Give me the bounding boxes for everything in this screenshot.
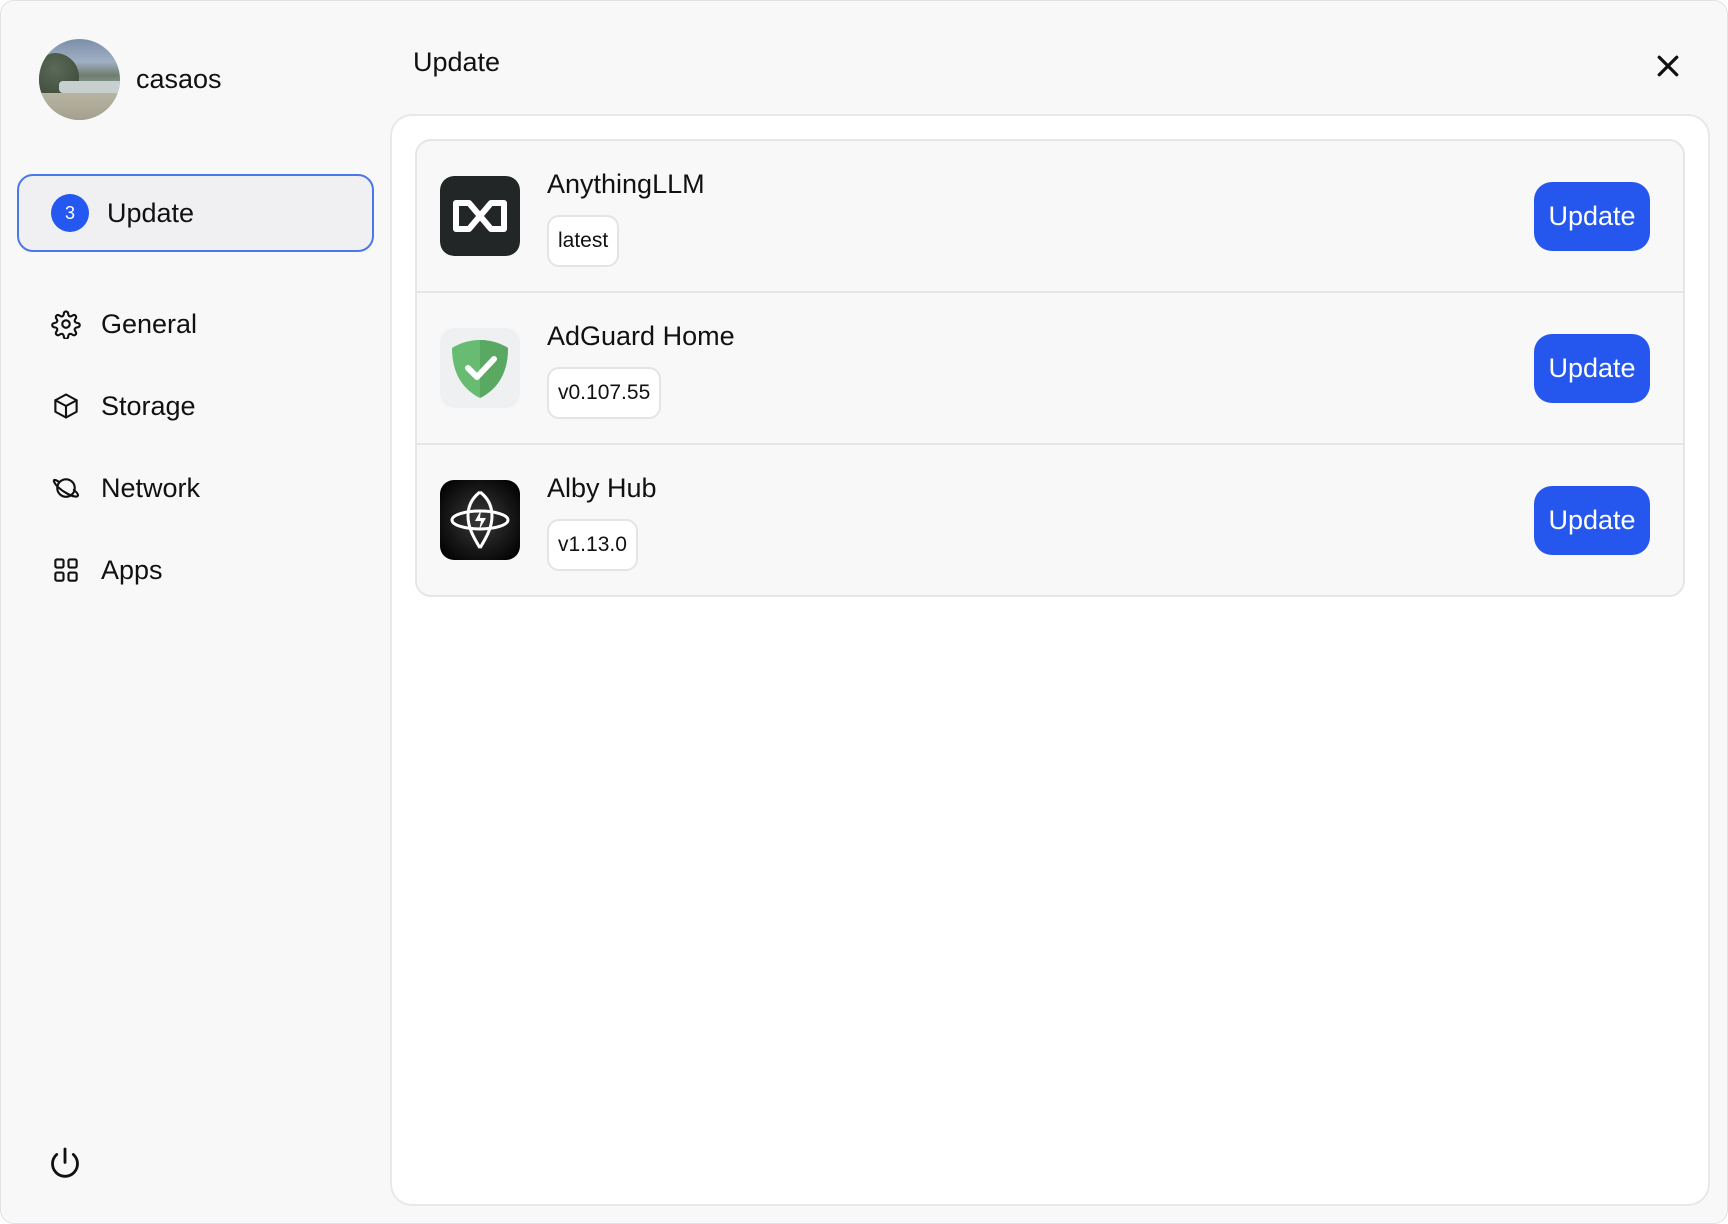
sidebar-item-update[interactable]: 3 Update [17,174,374,252]
update-button[interactable]: Update [1534,486,1650,555]
update-count-badge: 3 [51,194,89,232]
gear-icon [51,309,81,339]
app-name: Alby Hub [547,473,657,503]
sidebar-item-network[interactable]: Network [17,447,374,529]
update-button[interactable]: Update [1534,334,1650,403]
power-button[interactable] [45,1144,85,1184]
anythingllm-icon [440,176,520,256]
update-list: AnythingLLM latest Update AdGuard Home v… [415,139,1685,597]
close-icon [1657,55,1679,77]
avatar [39,39,120,120]
sidebar-item-apps[interactable]: Apps [17,529,374,611]
user-profile[interactable]: casaos [39,39,222,120]
update-panel: AnythingLLM latest Update AdGuard Home v… [390,114,1710,1206]
sidebar-item-general[interactable]: General [17,283,374,365]
sidebar-item-label: Apps [101,554,163,585]
sidebar-item-label: Storage [101,390,196,421]
sidebar-item-label: General [101,308,198,339]
sidebar-item-label: Update [107,197,195,228]
close-button[interactable] [1653,51,1683,81]
version-tag: v1.13.0 [547,519,638,571]
version-tag: latest [547,215,620,267]
adguard-shield-icon [440,328,520,408]
grid-icon [51,555,81,585]
planet-icon [51,473,81,503]
list-item: Alby Hub v1.13.0 Update [417,445,1683,595]
sidebar: casaos 3 Update General Storage Network … [1,1,390,1223]
sidebar-item-storage[interactable]: Storage [17,365,374,447]
app-name: AnythingLLM [547,169,705,199]
list-item: AnythingLLM latest Update [417,141,1683,293]
page-title: Update [413,47,501,77]
power-icon [51,1147,79,1178]
profile-name: casaos [136,64,222,94]
app-name: AdGuard Home [547,321,735,351]
sidebar-item-label: Network [101,472,201,503]
albyhub-icon [440,480,520,560]
box-icon [51,391,81,421]
update-button[interactable]: Update [1534,182,1650,251]
version-tag: v0.107.55 [547,367,662,419]
settings-window: casaos 3 Update General Storage Network … [0,0,1728,1224]
list-item: AdGuard Home v0.107.55 Update [417,293,1683,445]
sidebar-nav: 3 Update General Storage Network Apps [17,174,374,611]
